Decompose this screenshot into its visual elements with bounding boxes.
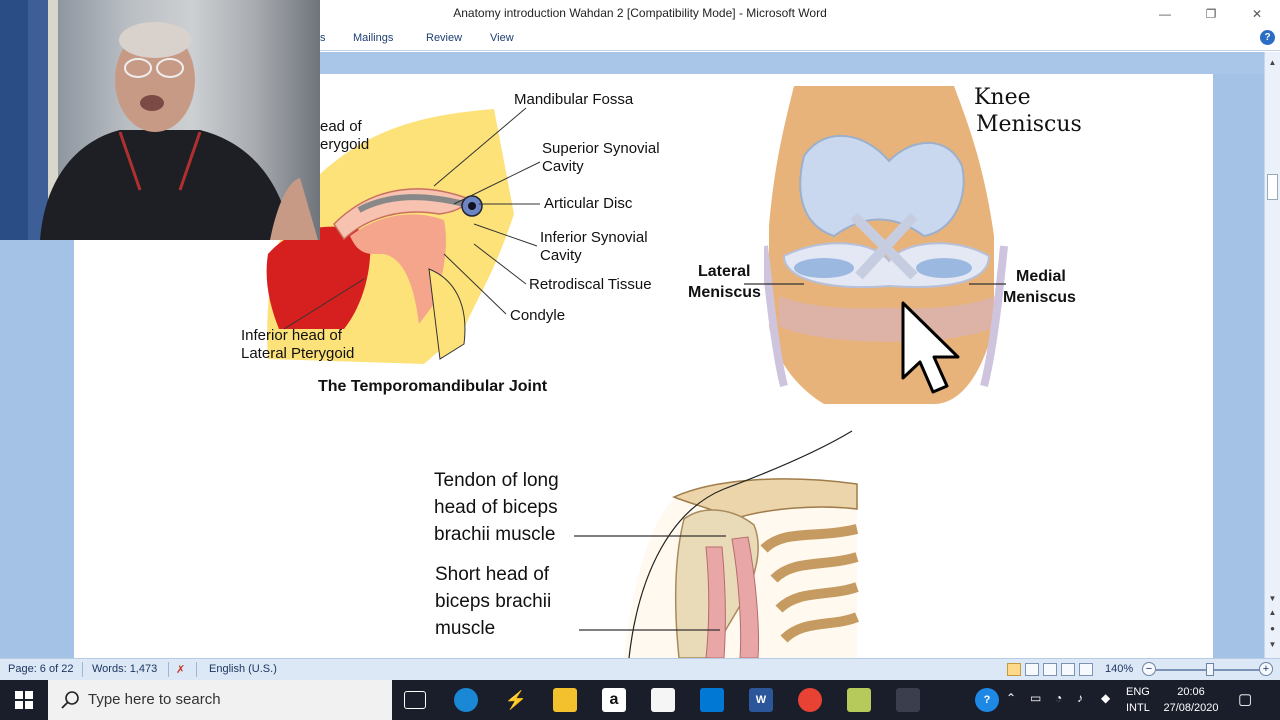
webcam-overlay <box>0 0 320 240</box>
clock-time: 20:06 <box>1177 686 1205 698</box>
minimize-button[interactable]: — <box>1142 0 1188 27</box>
recorder-app-icon[interactable] <box>896 688 920 712</box>
search-placeholder: Type here to search <box>88 691 221 708</box>
browse-object-icon[interactable]: ● <box>1267 624 1278 633</box>
amazon-icon[interactable]: a <box>602 688 626 712</box>
vertical-scrollbar[interactable]: ▲ ▼ ▲ ● ▼ <box>1264 52 1280 658</box>
label-retrodiscal-tissue: Retrodiscal Tissue <box>529 276 652 293</box>
label-inferior-head-line2: Lateral Pterygoid <box>241 345 355 362</box>
full-screen-reading-button[interactable] <box>1025 663 1039 676</box>
start-button[interactable] <box>0 680 48 720</box>
taskbar-search-box[interactable]: Type here to search <box>48 680 392 720</box>
network-icon[interactable]: ◔ <box>1055 691 1062 720</box>
label-medial-meniscus-line2: Meniscus <box>1003 289 1076 306</box>
scroll-up-icon[interactable]: ▲ <box>1267 58 1278 67</box>
search-icon <box>61 691 79 709</box>
word-icon[interactable]: W <box>749 688 773 712</box>
windows-taskbar: Type here to search ⚡ a W ? ⌃ ▭ ◔ ♪ ◆ EN… <box>0 680 1280 720</box>
zoom-level[interactable]: 140% <box>1105 663 1133 675</box>
status-separator <box>82 662 83 677</box>
zoom-out-button[interactable]: − <box>1142 662 1156 676</box>
label-lateral-meniscus-line2: Meniscus <box>688 284 761 301</box>
label-long-head-line1: Tendon of long <box>434 470 559 491</box>
next-page-icon[interactable]: ▼ <box>1267 640 1278 649</box>
visual-studio-icon[interactable]: ⚡ <box>504 688 528 712</box>
label-long-head-line2: head of biceps <box>434 497 558 518</box>
close-button[interactable]: ✕ <box>1234 0 1280 27</box>
label-short-head-line3: muscle <box>435 618 496 639</box>
label-medial-meniscus-line1: Medial <box>1016 268 1066 285</box>
tab-view[interactable]: View <box>490 32 514 44</box>
clock-date: 27/08/2020 <box>1163 702 1219 714</box>
status-bar: Page: 6 of 22 Words: 1,473 ✗ English (U.… <box>0 658 1280 680</box>
edge-browser-icon[interactable] <box>454 688 478 712</box>
notification-center-icon[interactable]: ▢ <box>1238 690 1252 720</box>
previous-page-icon[interactable]: ▲ <box>1267 608 1278 617</box>
label-condyle: Condyle <box>510 307 566 324</box>
label-inferior-synovial-line1: Inferior Synovial <box>540 229 648 246</box>
taskbar-clock[interactable]: 20:06 27/08/2020 <box>1158 684 1224 716</box>
label-long-head-line3: brachii muscle <box>434 524 556 545</box>
mouse-cursor-icon <box>901 301 960 394</box>
shoulder-leader-lines <box>574 535 726 631</box>
help-icon[interactable]: ? <box>1260 30 1275 45</box>
language-indicator[interactable]: English (U.S.) <box>209 663 277 675</box>
input-language[interactable]: ENG INTL <box>1126 684 1150 716</box>
volume-icon[interactable]: ♪ <box>1077 691 1083 720</box>
spelling-check-icon[interactable]: ✗ <box>176 663 185 676</box>
knee-leader-lines <box>744 283 1006 285</box>
task-view-icon[interactable] <box>404 691 426 709</box>
zoom-slider-thumb[interactable] <box>1206 663 1214 676</box>
tab-partial[interactable]: s <box>320 32 326 44</box>
zoom-in-button[interactable]: + <box>1259 662 1273 676</box>
restore-button[interactable]: ❐ <box>1188 0 1234 27</box>
show-hidden-icons-icon[interactable]: ⌃ <box>1006 691 1016 720</box>
label-inferior-synovial-line2: Cavity <box>540 247 582 264</box>
knee-title-line2: Meniscus <box>976 112 1082 137</box>
scroll-down-icon[interactable]: ▼ <box>1267 594 1278 603</box>
help-tray-icon[interactable]: ? <box>975 688 999 712</box>
status-separator <box>168 662 169 677</box>
label-superior-head-line1: ead of <box>320 118 362 135</box>
word-count[interactable]: Words: 1,473 <box>92 663 157 675</box>
battery-icon[interactable]: ▭ <box>1030 691 1041 720</box>
notes-app-icon[interactable] <box>847 688 871 712</box>
file-explorer-icon[interactable] <box>553 688 577 712</box>
label-lateral-meniscus-line1: Lateral <box>698 263 751 280</box>
label-superior-head-line2: erygoid <box>320 136 370 153</box>
input-language-line2: INTL <box>1126 702 1150 714</box>
tab-mailings[interactable]: Mailings <box>353 32 393 44</box>
page-count[interactable]: Page: 6 of 22 <box>8 663 73 675</box>
label-superior-synovial-line1: Superior Synovial <box>542 140 660 157</box>
label-superior-synovial-line2: Cavity <box>542 158 584 175</box>
status-separator <box>196 662 197 677</box>
scroll-thumb[interactable] <box>1267 174 1278 200</box>
presenter-video <box>0 0 318 240</box>
draft-view-button[interactable] <box>1079 663 1093 676</box>
label-articular-disc: Articular Disc <box>544 195 633 212</box>
knee-title-line1: Knee <box>974 85 1031 110</box>
label-short-head-line2: biceps brachii <box>435 591 552 612</box>
print-layout-view-button[interactable] <box>1007 663 1021 676</box>
mail-icon[interactable] <box>700 688 724 712</box>
outline-view-button[interactable] <box>1061 663 1075 676</box>
chrome-icon[interactable] <box>798 688 822 712</box>
web-layout-button[interactable] <box>1043 663 1057 676</box>
tab-review[interactable]: Review <box>426 32 462 44</box>
label-inferior-head-line1: Inferior head of <box>241 327 342 344</box>
microsoft-store-icon[interactable] <box>651 688 675 712</box>
label-mandibular-fossa: Mandibular Fossa <box>514 91 634 108</box>
tmj-caption: The Temporomandibular Joint <box>318 378 548 395</box>
input-language-line1: ENG <box>1126 686 1150 698</box>
dropbox-icon[interactable]: ◆ <box>1101 691 1110 720</box>
windows-logo-icon <box>15 691 33 709</box>
label-short-head-line1: Short head of <box>435 564 550 585</box>
